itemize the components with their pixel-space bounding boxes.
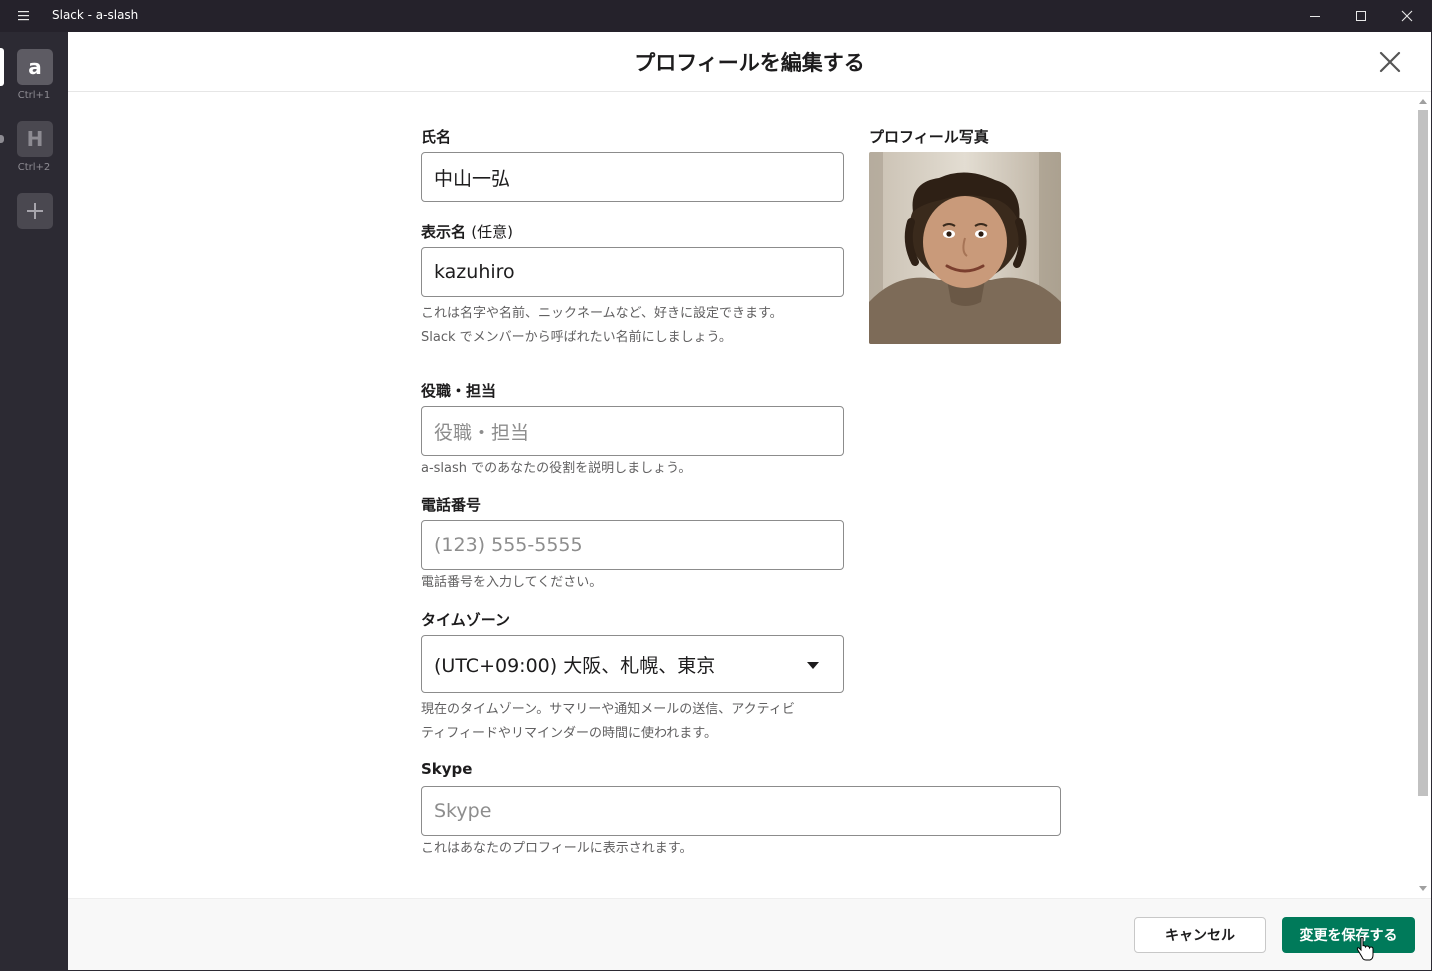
display-name-hint-line1: これは名字や名前、ニックネームなど、好きに設定できます。 (421, 306, 783, 321)
modal-title: プロフィールを編集する (634, 51, 865, 75)
role-input[interactable]: 役職・担当 (421, 406, 844, 456)
phone-input[interactable]: (123) 555-5555 (421, 520, 844, 570)
chevron-down-icon (807, 662, 819, 669)
workspace-sidebar: a Ctrl+1 H Ctrl+2 (0, 32, 68, 971)
close-icon (1379, 51, 1401, 73)
timezone-select[interactable]: (UTC+09:00) 大阪、札幌、東京 (421, 635, 844, 693)
unread-indicator (0, 135, 4, 143)
edit-profile-modal: プロフィールを編集する 氏名 中山一弘 表示名 (任意) kazuhiro これ… (68, 32, 1431, 970)
profile-photo-image (869, 152, 1061, 344)
skype-hint: これはあなたのプロフィールに表示されます。 (421, 841, 693, 856)
skype-label: Skype (421, 760, 473, 778)
role-hint: a-slash でのあなたの役割を説明しましょう。 (421, 461, 692, 476)
timezone-hint-line1: 現在のタイムゾーン。サマリーや通知メールの送信、アクティビ (421, 702, 795, 717)
display-name-label-text: 表示名 (421, 223, 467, 241)
workspace-shortcut: Ctrl+2 (17, 162, 51, 173)
phone-hint: 電話番号を入力してください。 (421, 575, 603, 590)
plus-icon (27, 203, 43, 219)
workspace-shortcut: Ctrl+1 (17, 90, 51, 101)
save-changes-button[interactable]: 変更を保存する (1282, 917, 1415, 953)
hand-cursor-icon (1356, 937, 1374, 965)
scrollbar-thumb[interactable] (1418, 110, 1428, 796)
role-label: 役職・担当 (421, 382, 497, 400)
modal-footer: キャンセル 変更を保存する (68, 898, 1431, 970)
display-name-hint-line2: Slack でメンバーから呼ばれたい名前にしましょう。 (421, 330, 732, 345)
skype-input[interactable]: Skype (421, 786, 1061, 836)
cancel-button[interactable]: キャンセル (1134, 917, 1266, 953)
full-name-label: 氏名 (421, 128, 452, 146)
title-bar: Slack - a-slash (0, 0, 1432, 32)
hamburger-menu-icon[interactable] (14, 6, 34, 26)
timezone-value: (UTC+09:00) 大阪、札幌、東京 (434, 654, 716, 677)
scrollbar[interactable] (1415, 96, 1429, 896)
full-name-input[interactable]: 中山一弘 (421, 152, 844, 202)
display-name-label: 表示名 (任意) (421, 221, 513, 242)
display-name-input[interactable]: kazuhiro (421, 247, 844, 297)
window-close-button[interactable] (1384, 0, 1430, 32)
active-workspace-indicator (0, 48, 4, 86)
optional-label: (任意) (471, 223, 513, 241)
scroll-up-arrow-icon[interactable] (1419, 99, 1427, 104)
phone-label: 電話番号 (421, 496, 482, 514)
window-title: Slack - a-slash (52, 8, 139, 22)
workspace-a-slash[interactable]: a (17, 49, 53, 85)
close-modal-button[interactable] (1375, 47, 1405, 77)
workspace-h[interactable]: H (17, 121, 53, 157)
profile-photo-label: プロフィール写真 (869, 128, 989, 146)
profile-photo[interactable] (869, 152, 1061, 344)
timezone-hint-line2: ティフィードやリマインダーの時間に使われます。 (421, 726, 718, 741)
modal-header: プロフィールを編集する (68, 32, 1431, 92)
scroll-down-arrow-icon[interactable] (1419, 886, 1427, 891)
minimize-button[interactable] (1292, 0, 1338, 32)
add-workspace-button[interactable] (17, 193, 53, 229)
timezone-label: タイムゾーン (421, 611, 510, 629)
maximize-button[interactable] (1338, 0, 1384, 32)
